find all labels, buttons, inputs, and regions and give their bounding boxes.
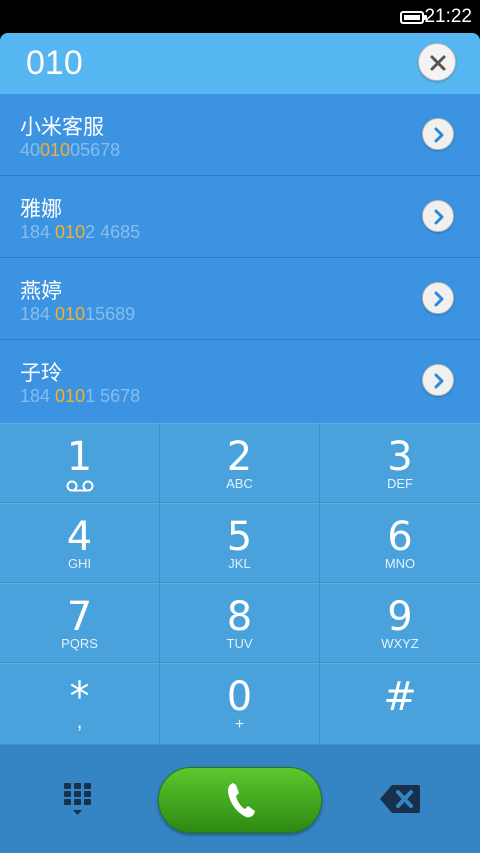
contact-number: 184 01015689 — [20, 304, 136, 324]
call-button[interactable] — [158, 767, 322, 833]
status-time: 21:22 — [424, 6, 472, 27]
contact-detail-button[interactable] — [422, 200, 454, 232]
key-8[interactable]: 8 TUV — [160, 583, 320, 663]
contact-number: 4001005678 — [20, 140, 121, 160]
contact-name: 小米客服 — [20, 116, 104, 139]
key-3[interactable]: 3 DEF — [320, 423, 480, 503]
clear-button[interactable] — [418, 43, 456, 81]
key-star[interactable]: * , — [0, 663, 160, 745]
contact-row[interactable]: 雅娜 184 0102 4685 — [0, 176, 480, 258]
contact-number: 184 0101 5678 — [20, 386, 141, 406]
key-9[interactable]: 9 WXYZ — [320, 583, 480, 663]
key-4[interactable]: 4 GHI — [0, 503, 160, 583]
status-bar: 21:22 — [0, 0, 480, 33]
key-pound[interactable]: # — [320, 663, 480, 745]
phone-icon — [228, 783, 255, 818]
voicemail-icon — [66, 480, 94, 492]
keypad: 1 2 ABC 3 DEF 4 GHI 5 JKL 6 MNO 7 PQRS 8… — [0, 423, 480, 745]
chevron-right-icon — [434, 373, 444, 389]
dialer-panel: 010 小米客服 4001005678 雅娜 184 0102 4685 燕婷 … — [0, 33, 480, 853]
contact-name: 子玲 — [20, 362, 62, 385]
key-7[interactable]: 7 PQRS — [0, 583, 160, 663]
key-2[interactable]: 2 ABC — [160, 423, 320, 503]
contact-number: 184 0102 4685 — [20, 222, 141, 242]
chevron-right-icon — [434, 209, 444, 225]
dialpad-icon — [64, 783, 91, 815]
chevron-right-icon — [434, 127, 444, 143]
key-0[interactable]: 0 + — [160, 663, 320, 745]
contact-row[interactable]: 小米客服 4001005678 — [0, 94, 480, 176]
key-6[interactable]: 6 MNO — [320, 503, 480, 583]
call-action-bar — [0, 745, 480, 853]
dial-input-bar: 010 — [0, 33, 480, 94]
contact-detail-button[interactable] — [422, 364, 454, 396]
contact-row[interactable]: 子玲 184 0101 5678 — [0, 340, 480, 422]
contact-name: 雅娜 — [20, 198, 62, 221]
keypad-toggle-button[interactable] — [62, 781, 96, 819]
chevron-right-icon — [434, 291, 444, 307]
backspace-icon — [380, 785, 420, 813]
dialed-number[interactable]: 010 — [26, 44, 83, 83]
contact-detail-button[interactable] — [422, 282, 454, 314]
contact-row[interactable]: 燕婷 184 01015689 — [0, 258, 480, 340]
close-icon — [430, 55, 446, 71]
contact-detail-button[interactable] — [422, 118, 454, 150]
contact-name: 燕婷 — [20, 280, 62, 303]
search-results: 小米客服 4001005678 雅娜 184 0102 4685 燕婷 184 … — [0, 94, 480, 423]
battery-icon — [400, 11, 427, 24]
key-5[interactable]: 5 JKL — [160, 503, 320, 583]
delete-button[interactable] — [378, 783, 422, 815]
key-1[interactable]: 1 — [0, 423, 160, 503]
